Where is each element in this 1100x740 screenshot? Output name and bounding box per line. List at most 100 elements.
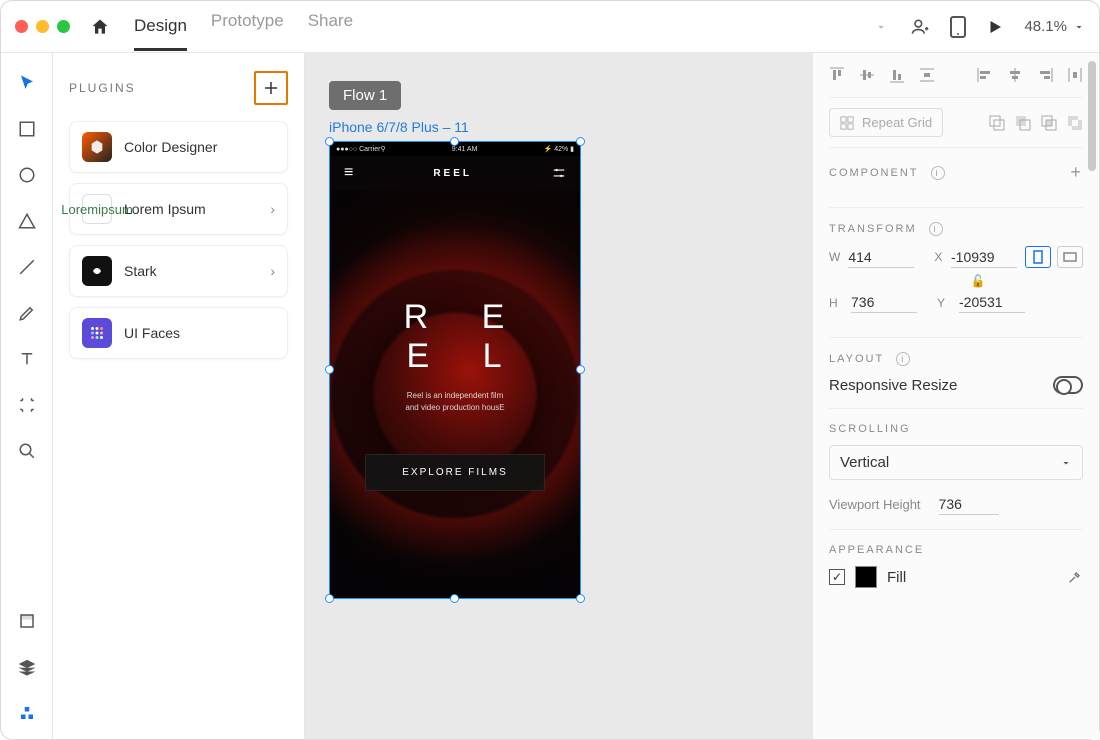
align-hcenter-icon[interactable] <box>1007 67 1023 83</box>
appearance-section: APPEARANCE ✓ Fill <box>829 530 1083 602</box>
play-icon <box>986 18 1004 36</box>
artboard-tool[interactable] <box>15 393 39 417</box>
plugin-item-color-designer[interactable]: Color Designer <box>69 121 288 173</box>
eyedropper-button[interactable] <box>1067 569 1083 585</box>
plus-icon <box>262 79 280 97</box>
grid-icon <box>840 116 854 130</box>
info-icon[interactable]: i <box>929 222 943 236</box>
info-icon[interactable]: i <box>896 352 910 366</box>
tab-prototype[interactable]: Prototype <box>211 11 284 43</box>
desktop-preview-button[interactable] <box>986 18 1004 36</box>
chevron-right-icon: › <box>270 263 275 279</box>
align-vcenter-icon[interactable] <box>859 67 875 83</box>
plugin-item-ui-faces[interactable]: UI Faces <box>69 307 288 359</box>
status-time: 9:41 AM <box>386 146 544 153</box>
plugin-name: UI Faces <box>124 325 275 341</box>
maximize-window-icon[interactable] <box>57 20 70 33</box>
chevron-down-icon <box>874 20 888 34</box>
x-input[interactable] <box>951 247 1017 268</box>
subtract-icon[interactable] <box>1015 115 1031 131</box>
selection-handle[interactable] <box>450 137 459 146</box>
repeat-grid-button[interactable]: Repeat Grid <box>829 108 943 137</box>
stark-icon <box>82 256 112 286</box>
selection-handle[interactable] <box>325 137 334 146</box>
alignment-bar <box>829 63 1083 97</box>
align-bottom-icon[interactable] <box>889 67 905 83</box>
plugin-icon <box>18 704 36 722</box>
scrollbar-thumb[interactable] <box>1088 61 1096 171</box>
select-tool[interactable] <box>15 71 39 95</box>
flow-tag[interactable]: Flow 1 <box>329 81 401 110</box>
plugin-name: Stark <box>124 263 258 279</box>
device-preview-button[interactable] <box>950 16 966 38</box>
titlebar-right: 48.1% <box>910 16 1085 38</box>
plugin-list: Color Designer Loremipsum Lorem Ipsum › … <box>69 121 288 359</box>
add-plugin-button[interactable] <box>254 71 288 105</box>
artboard-title[interactable]: iPhone 6/7/8 Plus – 11 <box>329 119 469 135</box>
distribute-v-icon[interactable] <box>919 67 935 83</box>
section-title: TRANSFORM <box>829 223 917 235</box>
add-component-button[interactable]: + <box>1070 162 1083 183</box>
lorem-ipsum-icon: Loremipsum <box>82 194 112 224</box>
zoom-control[interactable]: 48.1% <box>1024 18 1085 35</box>
titlebar: Design Prototype Share 48.1% <box>1 1 1099 53</box>
distribute-h-icon[interactable] <box>1067 67 1083 83</box>
section-title: COMPONENT <box>829 167 919 179</box>
info-icon[interactable]: i <box>931 166 945 180</box>
plugin-name: Color Designer <box>124 139 275 155</box>
layers-panel-button[interactable] <box>15 655 39 679</box>
plugins-panel-button[interactable] <box>15 701 39 725</box>
zoom-tool[interactable] <box>15 439 39 463</box>
fill-color-swatch[interactable] <box>855 566 877 588</box>
union-icon[interactable] <box>989 115 1005 131</box>
align-top-icon[interactable] <box>829 67 845 83</box>
invite-button[interactable] <box>910 17 930 37</box>
orientation-landscape-button[interactable] <box>1057 246 1083 268</box>
explore-films-button[interactable]: EXPLORE FILMS <box>365 454 545 491</box>
user-plus-icon <box>910 17 930 37</box>
text-tool[interactable] <box>15 347 39 371</box>
battery-label: ⚡ 42% ▮ <box>544 145 574 153</box>
viewport-height-input[interactable] <box>939 494 999 515</box>
settings-sliders-icon[interactable] <box>552 166 566 180</box>
zoom-value: 48.1% <box>1024 18 1067 35</box>
y-input[interactable] <box>959 292 1025 313</box>
plugin-item-lorem-ipsum[interactable]: Loremipsum Lorem Ipsum › <box>69 183 288 235</box>
hamburger-icon[interactable]: ≡ <box>344 164 353 182</box>
polygon-tool[interactable] <box>15 209 39 233</box>
artboard-iphone-plus[interactable]: ●●●○○ Carrier ⚲ 9:41 AM ⚡ 42% ▮ ≡ REEL R… <box>329 141 581 599</box>
selection-handle[interactable] <box>576 137 585 146</box>
fill-checkbox[interactable]: ✓ <box>829 569 845 585</box>
lock-aspect-icon[interactable]: 🔓 <box>873 274 1083 288</box>
scroll-direction-select[interactable]: Vertical <box>829 445 1083 480</box>
width-input[interactable] <box>848 247 914 268</box>
tab-share[interactable]: Share <box>308 11 353 43</box>
align-right-icon[interactable] <box>1037 67 1053 83</box>
responsive-resize-toggle[interactable] <box>1053 376 1083 394</box>
plugin-item-stark[interactable]: Stark › <box>69 245 288 297</box>
line-tool[interactable] <box>15 255 39 279</box>
home-button[interactable] <box>86 13 114 41</box>
align-left-icon[interactable] <box>977 67 993 83</box>
tab-design[interactable]: Design <box>134 16 187 51</box>
tool-strip <box>1 53 53 739</box>
close-window-icon[interactable] <box>15 20 28 33</box>
orientation-portrait-button[interactable] <box>1025 246 1051 268</box>
landscape-icon <box>1063 252 1077 262</box>
component-section: COMPONENT i + <box>829 148 1083 208</box>
color-designer-icon <box>82 132 112 162</box>
minimize-window-icon[interactable] <box>36 20 49 33</box>
exclude-icon[interactable] <box>1067 115 1083 131</box>
window-traffic-lights <box>15 20 70 33</box>
pen-tool[interactable] <box>15 301 39 325</box>
text-icon <box>18 350 36 368</box>
intersect-icon[interactable] <box>1041 115 1057 131</box>
document-menu-dropdown[interactable] <box>874 20 888 34</box>
circle-icon <box>18 166 36 184</box>
ellipse-tool[interactable] <box>15 163 39 187</box>
height-input[interactable] <box>851 292 917 313</box>
repeat-grid-row: Repeat Grid <box>829 97 1083 148</box>
rectangle-tool[interactable] <box>15 117 39 141</box>
assets-panel-button[interactable] <box>15 609 39 633</box>
design-canvas[interactable]: Flow 1 iPhone 6/7/8 Plus – 11 ●●●○○ Carr… <box>305 53 812 739</box>
